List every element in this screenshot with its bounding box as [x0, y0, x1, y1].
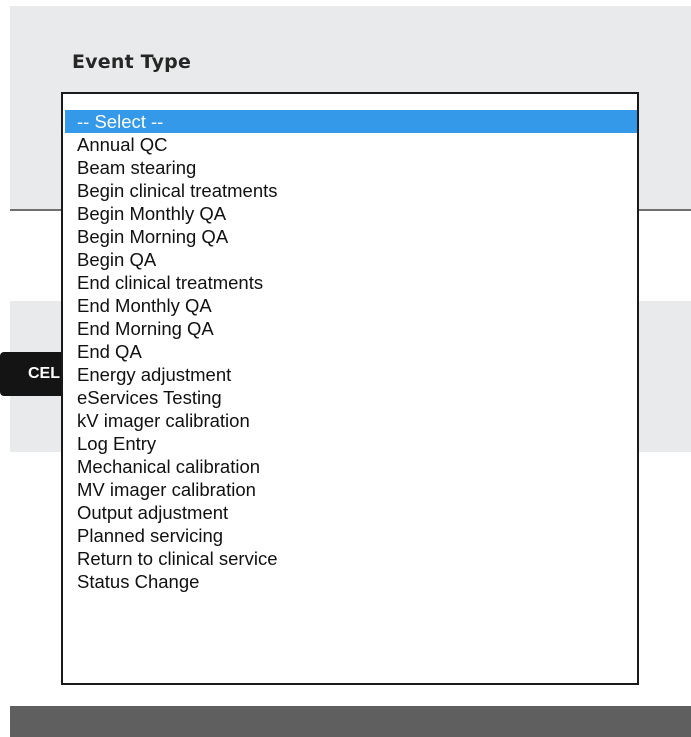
dropdown-option[interactable]: Output adjustment — [65, 501, 637, 524]
dropdown-option[interactable]: Mechanical calibration — [65, 455, 637, 478]
dropdown-option[interactable]: Planned servicing — [65, 524, 637, 547]
footer-bar — [10, 706, 691, 737]
dropdown-option[interactable]: Return to clinical service — [65, 547, 637, 570]
dropdown-option[interactable]: End Morning QA — [65, 317, 637, 340]
dropdown-option[interactable]: Annual QC — [65, 133, 637, 156]
dropdown-option[interactable]: Begin QA — [65, 248, 637, 271]
dropdown-option[interactable]: End QA — [65, 340, 637, 363]
dropdown-option-selected[interactable]: -- Select -- — [65, 110, 637, 133]
dropdown-option[interactable]: kV imager calibration — [65, 409, 637, 432]
dropdown-option[interactable]: Log Entry — [65, 432, 637, 455]
dropdown-option[interactable]: Begin Morning QA — [65, 225, 637, 248]
dropdown-option[interactable]: Begin Monthly QA — [65, 202, 637, 225]
dropdown-option[interactable]: End Monthly QA — [65, 294, 637, 317]
event-form-page: Event Type CEL -- Select -- Annual QC Beam… — [0, 0, 691, 737]
dropdown-option[interactable]: Status Change — [65, 570, 637, 593]
event-type-dropdown-list[interactable]: -- Select -- Annual QC Beam stearing Begin … — [61, 92, 639, 685]
dropdown-option[interactable]: Beam stearing — [65, 156, 637, 179]
event-type-label: Event Type — [72, 51, 192, 73]
dropdown-option[interactable]: eServices Testing — [65, 386, 637, 409]
dropdown-option[interactable]: Energy adjustment — [65, 363, 637, 386]
dropdown-option[interactable]: Begin clinical treatments — [65, 179, 637, 202]
dropdown-option[interactable]: End clinical treatments — [65, 271, 637, 294]
dropdown-option[interactable]: MV imager calibration — [65, 478, 637, 501]
cancel-button[interactable]: CEL — [0, 352, 62, 396]
